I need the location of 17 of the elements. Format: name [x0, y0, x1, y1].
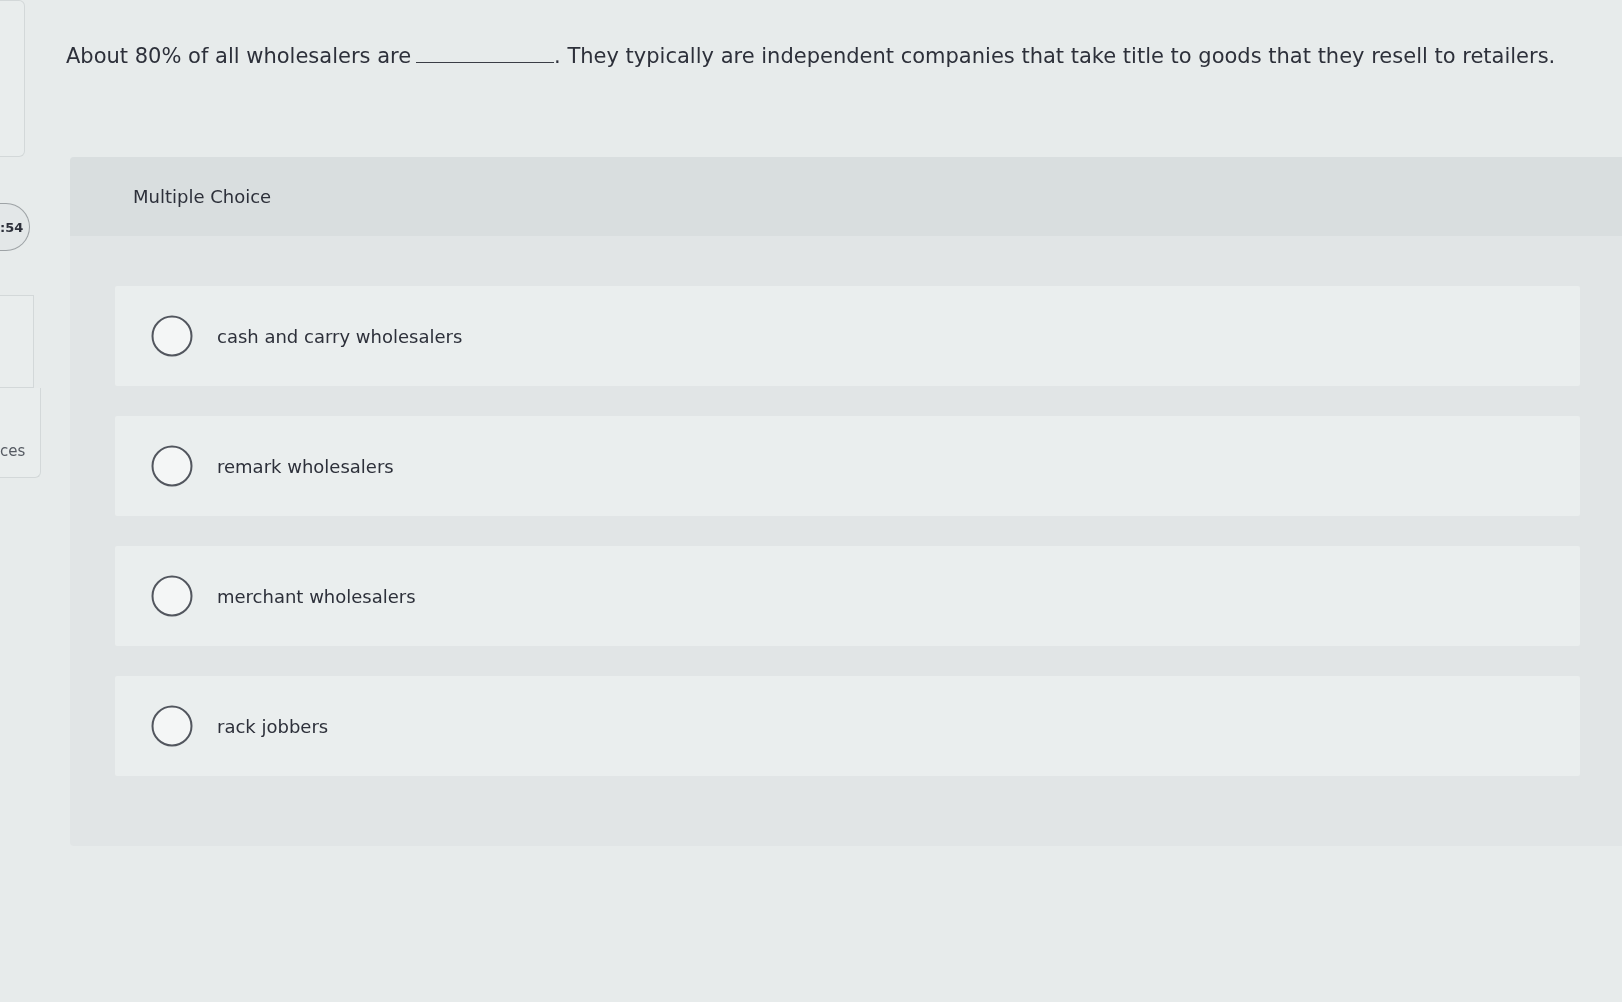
- answer-option[interactable]: merchant wholesalers: [115, 546, 1580, 646]
- question-text: . They typically are independent companies that take title to goods that they resell to retailers.: [554, 43, 1556, 70]
- answer-option[interactable]: cash and carry wholesalers: [115, 286, 1580, 386]
- answer-option[interactable]: remark wholesalers: [115, 416, 1580, 516]
- radio-icon[interactable]: [151, 575, 193, 617]
- option-label: rack jobbers: [217, 715, 329, 737]
- question-type-label: Multiple Choice: [133, 186, 272, 207]
- option-label: cash and carry wholesalers: [217, 325, 463, 347]
- answer-option[interactable]: rack jobbers: [115, 676, 1580, 776]
- option-label: remark wholesalers: [217, 455, 394, 477]
- radio-icon[interactable]: [151, 705, 193, 747]
- radio-icon[interactable]: [151, 315, 193, 357]
- radio-icon[interactable]: [151, 445, 193, 487]
- question-text: About 80% of all wholesalers are: [66, 43, 412, 70]
- option-label: merchant wholesalers: [217, 585, 416, 607]
- timer-pill: :54: [0, 203, 30, 251]
- sidebar-item[interactable]: ces: [0, 388, 41, 478]
